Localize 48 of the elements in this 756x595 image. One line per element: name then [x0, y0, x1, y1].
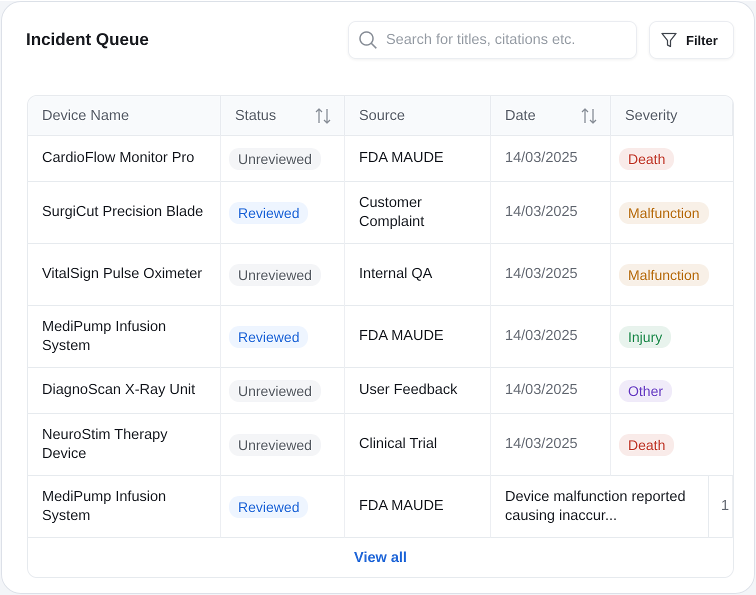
severity-badge: Malfunction: [619, 264, 709, 286]
table-cell: FDA MAUDE: [345, 476, 491, 538]
status-badge: Unreviewed: [229, 264, 321, 286]
column-header[interactable]: Date: [491, 96, 611, 136]
table-cell: FDA MAUDE: [345, 136, 491, 182]
table-cell: 14/03/2025: [491, 136, 611, 182]
table-cell: CardioFlow Monitor Pro: [28, 136, 221, 182]
severity-badge: Death: [619, 148, 674, 170]
table-cell: 14/03/2025: [491, 182, 611, 244]
severity-badge: Malfunction: [619, 202, 709, 224]
table-cell: SurgiCut Precision Blade: [28, 182, 221, 244]
status-badge: Reviewed: [229, 202, 308, 224]
table-cell: 14/03/2025: [491, 244, 611, 306]
table-cell: Internal QA: [345, 244, 491, 306]
column-header: Source: [345, 96, 491, 136]
table-cell: User Feedback: [345, 368, 491, 414]
table-cell: MediPump Infusion System: [28, 476, 221, 538]
table-cell: MediPump Infusion System: [28, 306, 221, 368]
table-cell: FDA MAUDE: [345, 306, 491, 368]
column-header[interactable]: Status: [221, 96, 345, 136]
column-header: Severity: [611, 96, 733, 136]
table-cell-text: 1: [720, 497, 730, 516]
table-cell: Customer Complaint: [345, 182, 491, 244]
status-badge: Unreviewed: [229, 380, 321, 402]
search-icon: [358, 30, 378, 50]
status-badge: Unreviewed: [229, 434, 321, 456]
table-cell: Device malfunction reported causing inaccur...: [491, 476, 709, 537]
table-cell: 14/03/2025: [491, 368, 611, 414]
sort-icon[interactable]: [580, 106, 598, 124]
severity-badge: Death: [619, 434, 674, 456]
status-badge: Reviewed: [229, 496, 308, 518]
severity-badge: Other: [619, 380, 672, 402]
search-field[interactable]: Search for titles, citations etc.: [348, 21, 637, 59]
table-cell: 14/03/2025: [491, 306, 611, 368]
table-cell: VitalSign Pulse Oximeter: [28, 244, 221, 306]
view-all-link[interactable]: View all: [354, 550, 407, 566]
filter-button[interactable]: Filter: [649, 21, 734, 59]
table-cell: NeuroStim Therapy Device: [28, 414, 221, 476]
table-cell: 14/03/2025: [491, 414, 611, 476]
table-cell: Clinical Trial: [345, 414, 491, 476]
status-badge: Unreviewed: [229, 148, 321, 170]
column-header: Device Name: [28, 96, 221, 136]
severity-badge: Injury: [619, 326, 672, 348]
status-badge: Reviewed: [229, 326, 308, 348]
sort-icon[interactable]: [314, 106, 332, 124]
page-title: Incident Queue: [26, 30, 150, 50]
filter-icon: [660, 31, 678, 49]
table-cell: DiagnoScan X-Ray Unit: [28, 368, 221, 414]
